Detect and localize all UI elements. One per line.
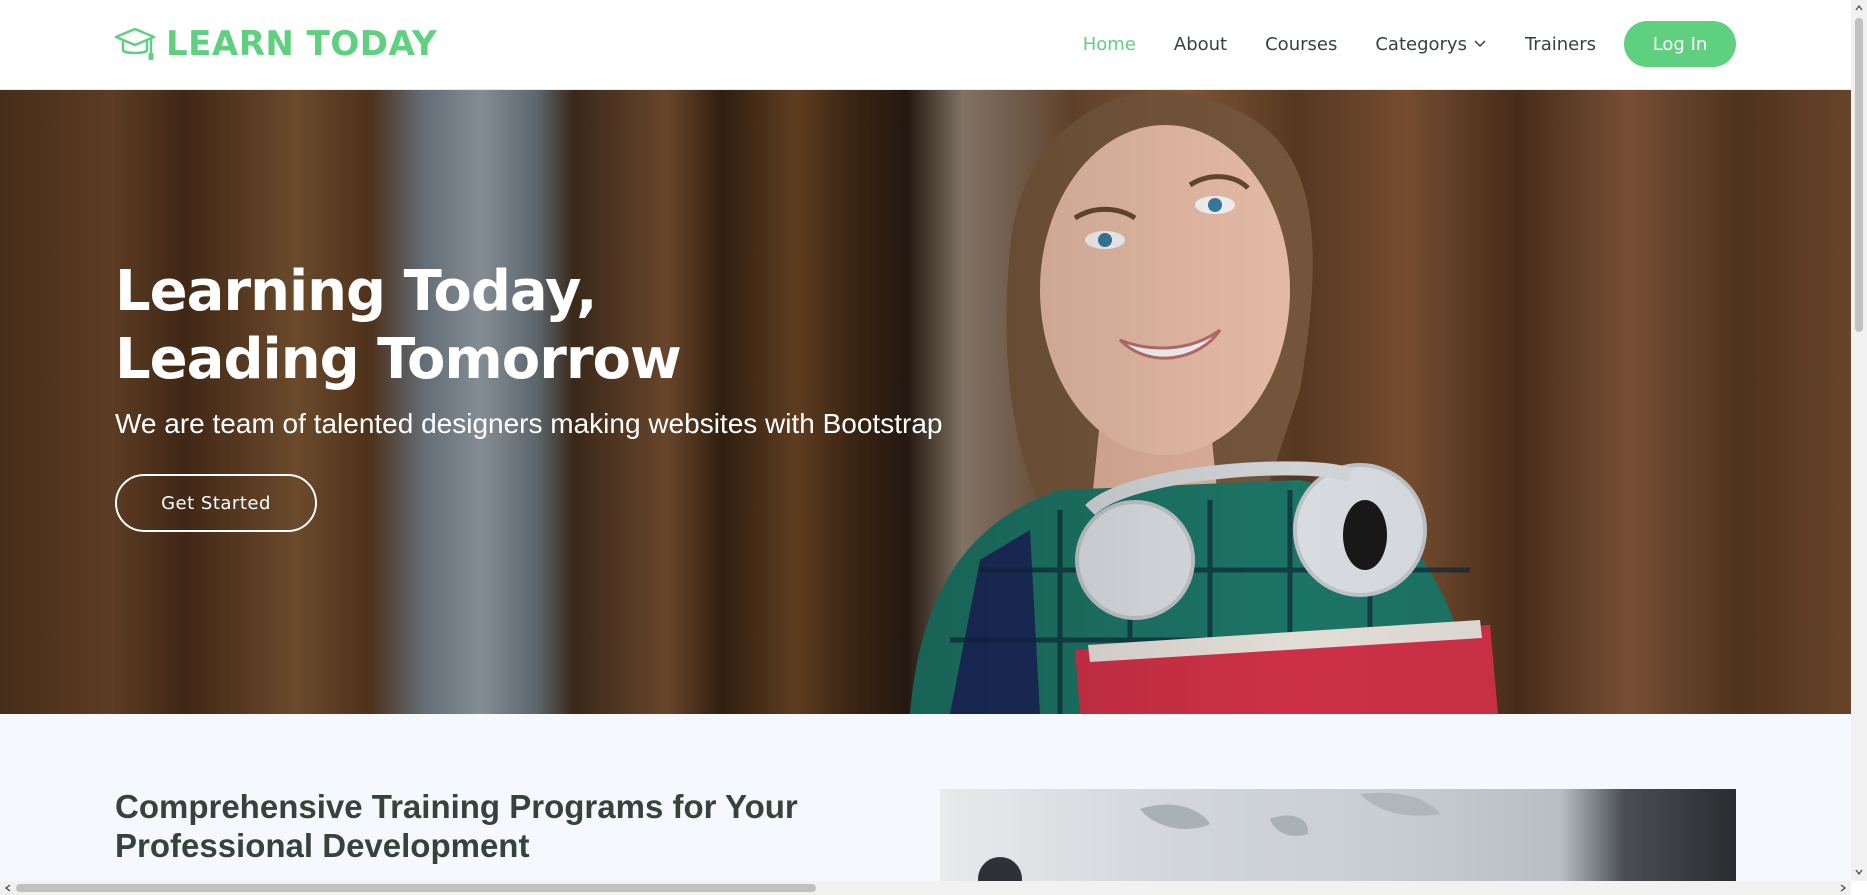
nav-item-label: Home <box>1082 33 1136 55</box>
nav-item-label: Categorys <box>1375 33 1467 55</box>
main-nav: Home About Courses Categorys Trainers Lo… <box>1064 20 1736 68</box>
hero-section: Learning Today, Leading Tomorrow We are … <box>0 90 1851 714</box>
site-header: LEARN TODAY Home About Courses Categorys… <box>0 0 1851 90</box>
about-title: Comprehensive Training Programs for Your… <box>115 788 798 864</box>
horizontal-scrollbar[interactable] <box>0 881 1851 895</box>
about-image <box>940 789 1736 881</box>
nav-item-courses[interactable]: Courses <box>1246 34 1356 55</box>
hero-content: Learning Today, Leading Tomorrow We are … <box>115 258 942 532</box>
nav-item-categorys[interactable]: Categorys <box>1356 34 1506 55</box>
nav-item-label: About <box>1173 33 1228 55</box>
hero-title-line1: Learning Today, <box>115 259 597 324</box>
vertical-scrollbar[interactable] <box>1851 0 1867 881</box>
nav-item-label: Courses <box>1265 33 1338 55</box>
nav-item-label: Trainers <box>1524 33 1596 55</box>
horizontal-scroll-thumb[interactable] <box>16 884 816 892</box>
about-section: Comprehensive Training Programs for Your… <box>0 714 1851 881</box>
chevron-down-icon <box>1474 40 1486 48</box>
brand-logo[interactable]: LEARN TODAY <box>114 22 437 66</box>
scroll-right-icon[interactable] <box>1838 883 1848 893</box>
scroll-down-icon[interactable] <box>1854 867 1864 877</box>
scroll-up-icon[interactable] <box>1854 3 1864 13</box>
hero-title-line2: Leading Tomorrow <box>115 327 682 392</box>
vertical-scroll-thumb[interactable] <box>1855 18 1863 332</box>
hero-subtitle: We are team of talented designers making… <box>115 408 943 439</box>
get-started-button[interactable]: Get Started <box>115 474 317 532</box>
hero-title: Learning Today, Leading Tomorrow <box>115 258 942 394</box>
login-button[interactable]: Log In <box>1624 21 1736 67</box>
brand-name: LEARN TODAY <box>166 24 438 64</box>
world-map-graphic <box>978 792 1440 881</box>
nav-item-about[interactable]: About <box>1155 34 1246 55</box>
nav-item-trainers[interactable]: Trainers <box>1506 34 1615 55</box>
graduation-cap-icon <box>114 27 156 60</box>
nav-item-home[interactable]: Home <box>1064 34 1155 55</box>
scroll-left-icon[interactable] <box>3 883 13 893</box>
